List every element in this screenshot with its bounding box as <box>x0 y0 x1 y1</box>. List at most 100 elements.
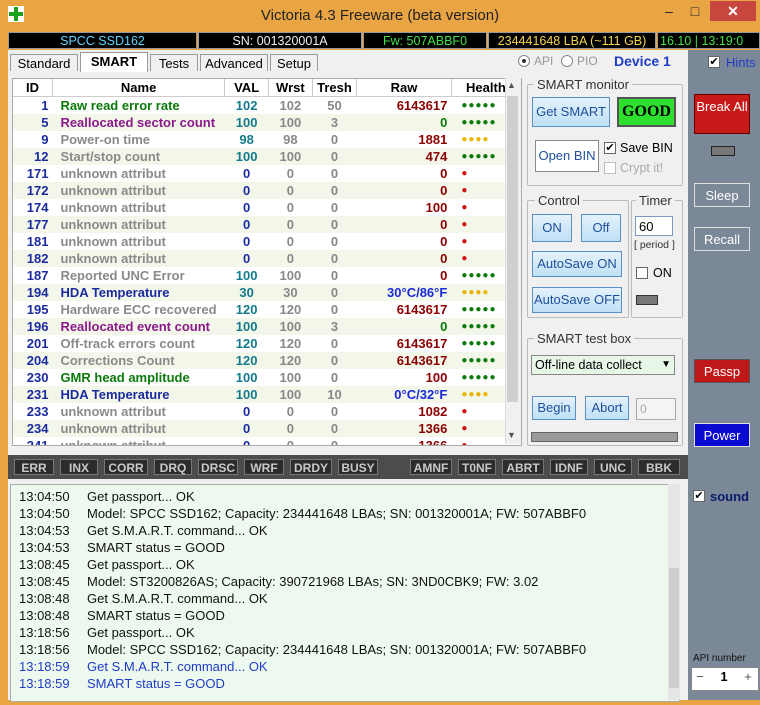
hints-checkbox[interactable]: ✔ <box>708 56 720 68</box>
crypt-checkbox[interactable] <box>604 162 616 174</box>
table-row[interactable]: 171 unknown attribut 0 0 0 0 ● <box>13 165 521 182</box>
power-button[interactable]: Power <box>694 423 750 447</box>
get-smart-button[interactable]: Get SMART <box>532 97 610 127</box>
attr-value: 0 <box>243 200 251 215</box>
table-row[interactable]: 181 unknown attribut 0 0 0 0 ● <box>13 233 521 250</box>
attr-raw: 0 <box>440 234 448 249</box>
break-indicator <box>711 146 735 156</box>
table-row[interactable]: 177 unknown attribut 0 0 0 0 ● <box>13 216 521 233</box>
break-all-button[interactable]: Break All <box>694 94 750 134</box>
attr-value: 120 <box>235 302 258 317</box>
table-row[interactable]: 182 unknown attribut 0 0 0 0 ● <box>13 250 521 267</box>
test-begin-button[interactable]: Begin <box>532 396 576 420</box>
attr-threshold: 0 <box>330 370 339 385</box>
log-time: 13:18:56 <box>19 642 70 657</box>
log-message: Get S.M.A.R.T. command... OK <box>87 659 268 674</box>
table-row[interactable]: 230 GMR head amplitude 100 100 0 100 ●●●●● <box>13 369 521 386</box>
event-log[interactable]: 13:04:50 Get passport... OK 13:04:50 Model:… <box>10 484 680 702</box>
col-val[interactable]: VAL <box>224 79 269 97</box>
table-row[interactable]: 241 unknown attribut 0 0 0 1366 ● <box>13 437 521 445</box>
attr-threshold: 0 <box>330 285 339 300</box>
maximize-button[interactable]: □ <box>682 1 708 21</box>
attr-worst: 102 <box>279 98 302 113</box>
timer-period-input[interactable] <box>635 216 673 236</box>
table-row[interactable]: 187 Reported UNC Error 100 100 0 0 ●●●●● <box>13 267 521 284</box>
autosave-off-button[interactable]: AutoSave OFF <box>532 287 622 313</box>
log-time: 13:18:59 <box>19 676 70 691</box>
col-name[interactable]: Name <box>52 79 226 97</box>
window-title: Victoria 4.3 Freeware (beta version) <box>260 7 500 24</box>
api-increment-button[interactable]: + <box>741 669 755 687</box>
attr-threshold: 0 <box>330 183 339 198</box>
table-row[interactable]: 9 Power-on time 98 98 0 1881 ●●●● <box>13 131 521 148</box>
attr-value: 98 <box>239 132 254 147</box>
attr-worst: 100 <box>279 387 302 402</box>
table-row[interactable]: 234 unknown attribut 0 0 0 1366 ● <box>13 420 521 437</box>
autosave-on-button[interactable]: AutoSave ON <box>532 251 622 277</box>
control-off-button[interactable]: Off <box>581 214 621 242</box>
table-row[interactable]: 174 unknown attribut 0 0 0 100 ● <box>13 199 521 216</box>
device-label[interactable]: Device 1 <box>614 53 671 69</box>
table-row[interactable]: 195 Hardware ECC recovered 120 120 0 6143617 ●… <box>13 301 521 318</box>
test-type-select[interactable]: Off-line data collect ▼ <box>531 355 675 375</box>
sleep-button[interactable]: Sleep <box>694 183 750 207</box>
scroll-up-icon[interactable]: ▲ <box>507 80 516 90</box>
pio-radio[interactable] <box>561 55 573 67</box>
tab-standard[interactable]: Standard <box>10 54 78 71</box>
hints-label: Hints <box>726 55 756 70</box>
attr-raw: 0°C/32°F <box>394 387 448 402</box>
col-id[interactable]: ID <box>13 79 53 97</box>
log-time: 13:18:56 <box>19 625 70 640</box>
attr-raw: 0 <box>440 115 448 130</box>
test-abort-button[interactable]: Abort <box>585 396 629 420</box>
table-row[interactable]: 204 Corrections Count 120 120 0 6143617 ●●●●● <box>13 352 521 369</box>
table-row[interactable]: 1 Raw read error rate 102 102 50 6143617 ●●●●● <box>13 97 521 115</box>
log-scrollbar-thumb[interactable] <box>669 568 679 688</box>
col-raw[interactable]: Raw <box>356 79 452 97</box>
col-wrst[interactable]: Wrst <box>268 79 313 97</box>
status-bbk: BBK <box>638 459 680 475</box>
tab-tests[interactable]: Tests <box>150 54 198 71</box>
attr-id: 204 <box>26 353 49 368</box>
attr-worst: 0 <box>286 183 294 198</box>
table-row[interactable]: 231 HDA Temperature 100 100 10 0°C/32°F ●●●● <box>13 386 521 403</box>
log-time: 13:08:48 <box>19 608 70 623</box>
attr-id: 196 <box>26 319 49 334</box>
attr-worst: 0 <box>286 200 294 215</box>
attr-value: 100 <box>235 387 258 402</box>
tab-smart[interactable]: SMART <box>80 52 148 72</box>
log-message: SMART status = GOOD <box>87 540 225 555</box>
recall-button[interactable]: Recall <box>694 227 750 251</box>
test-progress-input[interactable] <box>636 398 676 420</box>
table-scrollbar-thumb[interactable] <box>507 96 518 402</box>
log-message: Get passport... OK <box>87 489 195 504</box>
tab-advanced[interactable]: Advanced <box>200 54 268 71</box>
table-row[interactable]: 172 unknown attribut 0 0 0 0 ● <box>13 182 521 199</box>
log-line: 13:04:50 Get passport... OK <box>11 488 671 505</box>
tab-setup[interactable]: Setup <box>270 54 318 71</box>
table-row[interactable]: 201 Off-track errors count 120 120 0 6143617 ●… <box>13 335 521 352</box>
control-on-button[interactable]: ON <box>532 214 572 242</box>
table-row[interactable]: 196 Reallocated event count 100 100 3 0 ●●●●● <box>13 318 521 335</box>
sound-checkbox[interactable]: ✔ <box>693 490 705 502</box>
drive-firmware: Fw: 507ABBF0 <box>363 32 487 49</box>
minimize-button[interactable]: – <box>656 1 682 21</box>
table-row[interactable]: 5 Reallocated sector count 100 100 3 0 ●●●●● <box>13 114 521 131</box>
passport-button[interactable]: Passp <box>694 359 750 383</box>
attr-name: Off-track errors count <box>60 336 195 351</box>
table-row[interactable]: 12 Start/stop count 100 100 0 474 ●●●●● <box>13 148 521 165</box>
col-tresh[interactable]: Tresh <box>312 79 358 97</box>
table-row[interactable]: 194 HDA Temperature 30 30 0 30°C/86°F ●●●● <box>13 284 521 301</box>
attr-worst: 30 <box>283 285 298 300</box>
drive-model[interactable]: SPCC SSD162 <box>8 32 197 49</box>
open-bin-button[interactable]: Open BIN <box>535 140 599 172</box>
scroll-down-icon[interactable]: ▼ <box>507 430 516 440</box>
table-row[interactable]: 233 unknown attribut 0 0 0 1082 ● <box>13 403 521 420</box>
save-bin-checkbox[interactable]: ✔ <box>604 142 616 154</box>
api-number-value: 1 <box>720 669 728 684</box>
timer-on-checkbox[interactable] <box>636 267 648 279</box>
api-decrement-button[interactable]: − <box>693 669 707 687</box>
attr-raw: 0 <box>440 251 448 266</box>
close-button[interactable]: ✕ <box>710 1 756 21</box>
api-radio[interactable] <box>518 55 530 67</box>
